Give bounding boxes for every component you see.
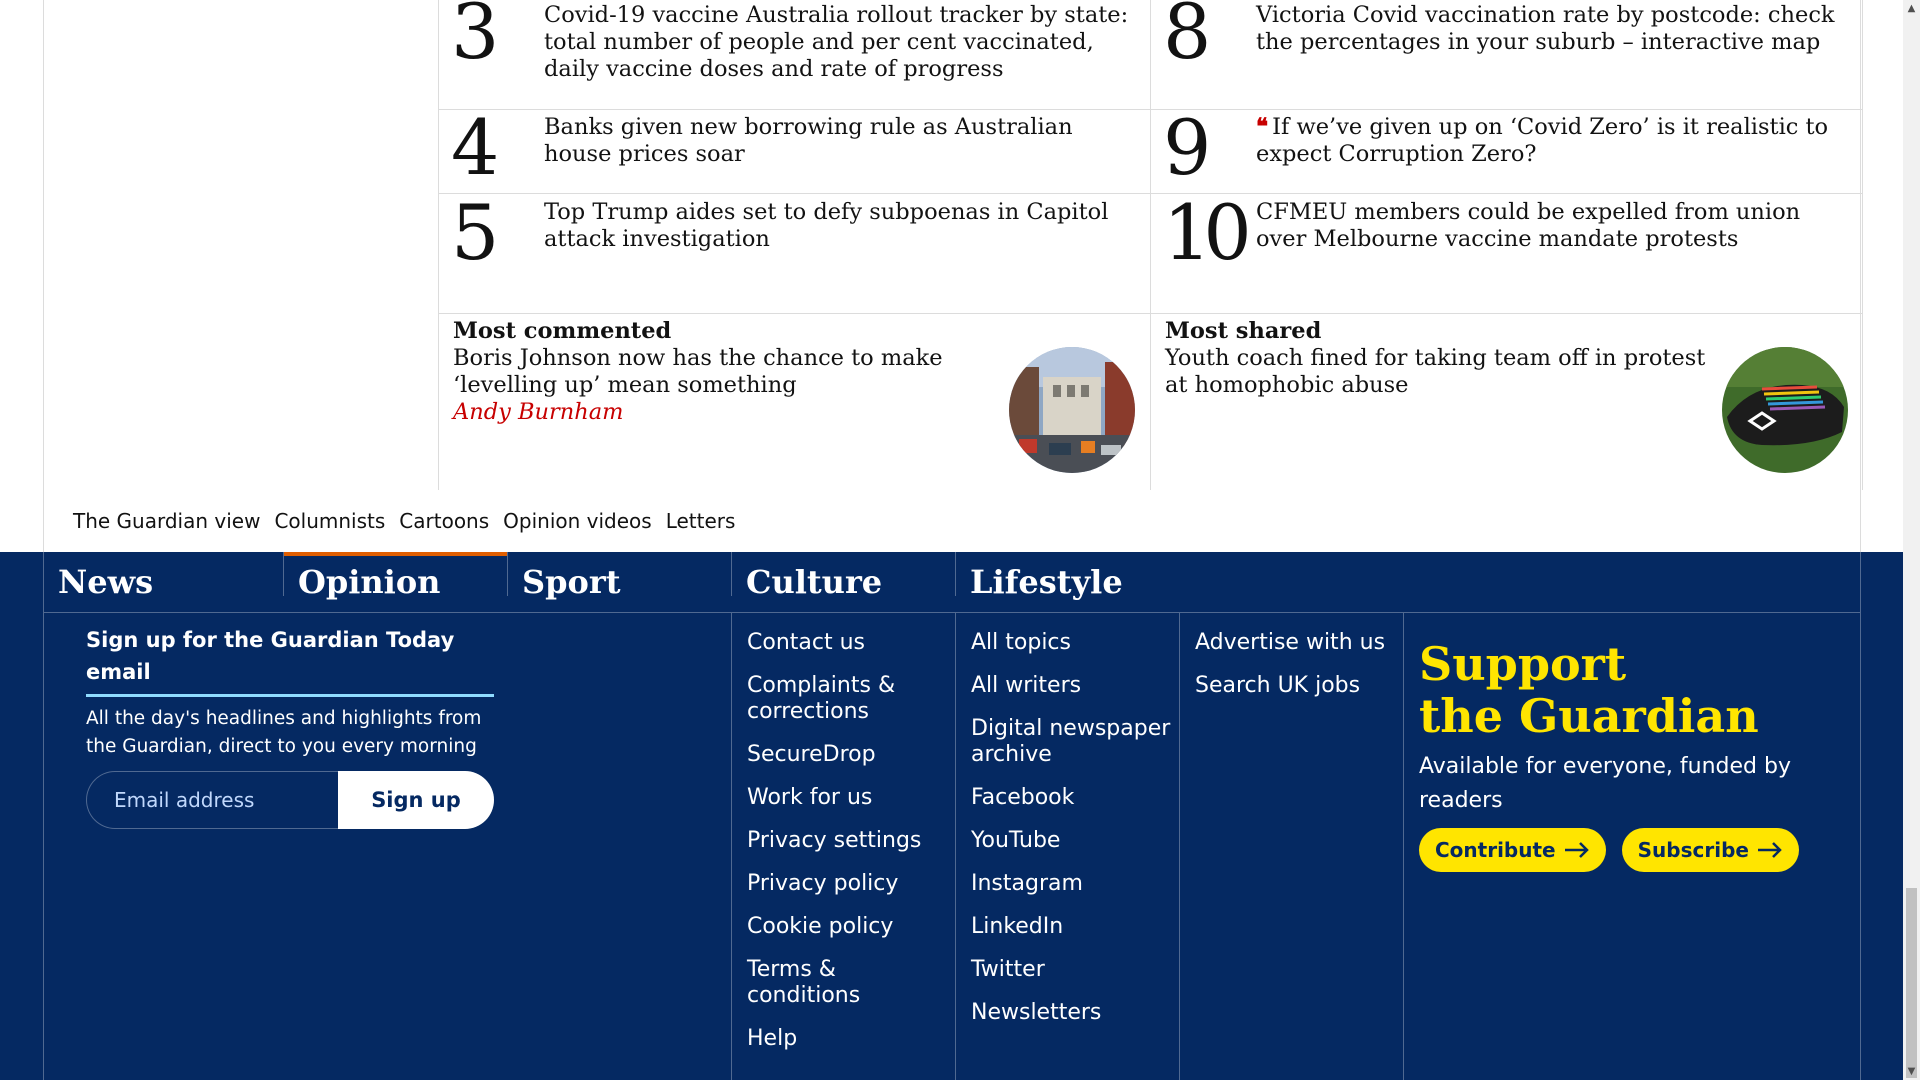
most-shared-card[interactable]: Most shared Youth coach fined for taking…: [1165, 318, 1725, 399]
contact-us-link[interactable]: Contact us: [747, 630, 947, 656]
most-commented-card[interactable]: Most commented Boris Johnson now has the…: [453, 318, 983, 426]
support-title: Support the Guardian: [1419, 638, 1839, 742]
most-commented-byline: Andy Burnham: [453, 399, 624, 425]
scroll-up-icon[interactable]: ▲: [1903, 0, 1920, 17]
email-signup-title: Sign up for the Guardian Today email: [86, 624, 494, 697]
advertise-link[interactable]: Advertise with us: [1195, 630, 1395, 656]
rank-number: 3: [451, 0, 499, 76]
footer-column-divider: [731, 613, 732, 1080]
digital-newspaper-archive-link[interactable]: Digital newspaper archive: [971, 716, 1171, 768]
arrow-right-icon: [1564, 842, 1589, 858]
footer-links-column-3: Advertise with us Search UK jobs: [1195, 630, 1395, 716]
subscribe-label: Subscribe: [1637, 838, 1749, 862]
footer-column-divider: [1179, 613, 1180, 1080]
most-shared-headline[interactable]: Youth coach fined for taking team off in…: [1165, 345, 1725, 399]
twitter-link[interactable]: Twitter: [971, 957, 1171, 983]
headline-link[interactable]: Victoria Covid vaccination rate by postc…: [1256, 2, 1846, 56]
pillar-culture[interactable]: Culture: [732, 552, 956, 612]
row-divider: [439, 109, 1862, 110]
scroll-down-icon[interactable]: ▼: [1903, 1063, 1920, 1080]
rank-number: 10: [1163, 188, 1252, 277]
securedrop-link[interactable]: SecureDrop: [747, 742, 947, 768]
search-uk-jobs-link[interactable]: Search UK jobs: [1195, 673, 1395, 699]
sub-nav-columnists[interactable]: Columnists: [274, 506, 385, 536]
sign-up-button[interactable]: Sign up: [338, 771, 494, 829]
headline-link[interactable]: CFMEU members could be expelled from uni…: [1256, 199, 1846, 253]
headline-link[interactable]: Covid-19 vaccine Australia rollout track…: [544, 2, 1134, 83]
complaints-corrections-link[interactable]: Complaints & corrections: [747, 673, 917, 725]
all-writers-link[interactable]: All writers: [971, 673, 1171, 699]
sub-nav-opinion-videos[interactable]: Opinion videos: [503, 506, 652, 536]
help-link[interactable]: Help: [747, 1026, 947, 1052]
sub-nav-letters[interactable]: Letters: [666, 506, 736, 536]
pillar-lifestyle[interactable]: Lifestyle: [956, 552, 1180, 612]
footer-links-column-1: Contact us Complaints & corrections Secu…: [747, 630, 947, 1069]
row-divider: [439, 193, 1862, 194]
email-signup: Sign up for the Guardian Today email All…: [86, 624, 494, 829]
footer-column-divider: [1403, 613, 1404, 1080]
pillar-news-label: News: [58, 563, 154, 601]
subscribe-button[interactable]: Subscribe: [1621, 828, 1799, 872]
facebook-link[interactable]: Facebook: [971, 785, 1171, 811]
contribute-button[interactable]: Contribute: [1419, 828, 1606, 872]
headline-link[interactable]: Top Trump aides set to defy subpoenas in…: [544, 199, 1134, 253]
instagram-link[interactable]: Instagram: [971, 871, 1171, 897]
support-buttons: Contribute Subscribe: [1419, 828, 1839, 872]
privacy-settings-link[interactable]: Privacy settings: [747, 828, 947, 854]
row-divider: [439, 313, 1862, 314]
pillar-opinion[interactable]: Opinion: [284, 552, 508, 612]
cookie-policy-link[interactable]: Cookie policy: [747, 914, 947, 940]
football-boot-image: [1722, 347, 1848, 473]
rank-number: 9: [1163, 103, 1211, 192]
all-topics-link[interactable]: All topics: [971, 630, 1171, 656]
column-divider: [1150, 0, 1151, 490]
footer-links-column-2: All topics All writers Digital newspaper…: [971, 630, 1171, 1043]
linkedin-link[interactable]: LinkedIn: [971, 914, 1171, 940]
content-frame: 3 Covid-19 vaccine Australia rollout tra…: [43, 0, 1863, 552]
contribute-label: Contribute: [1435, 838, 1556, 862]
terms-conditions-link[interactable]: Terms & conditions: [747, 957, 877, 1009]
rank-number: 4: [451, 103, 499, 192]
scroll-thumb[interactable]: [1906, 888, 1917, 1078]
privacy-policy-link[interactable]: Privacy policy: [747, 871, 947, 897]
footer-column-divider: [955, 613, 956, 1080]
pillar-nav: News Opinion Sport Culture Lifestyle: [44, 552, 1860, 613]
street-scene-image: [1009, 347, 1135, 473]
support-title-line-2: the Guardian: [1419, 689, 1759, 743]
footer-frame: News Opinion Sport Culture Lifestyle Sig…: [43, 552, 1861, 1080]
page-scrollbar[interactable]: ▲ ▼: [1903, 0, 1920, 1080]
pillar-lifestyle-label: Lifestyle: [970, 563, 1123, 601]
pillar-sport[interactable]: Sport: [508, 552, 732, 612]
support-guardian: Support the Guardian Available for every…: [1419, 638, 1839, 872]
footer: News Opinion Sport Culture Lifestyle Sig…: [0, 552, 1920, 1080]
headline-link[interactable]: ❝ If we’ve given up on ‘Covid Zero’ is it…: [1256, 114, 1846, 168]
work-for-us-link[interactable]: Work for us: [747, 785, 947, 811]
youtube-link[interactable]: YouTube: [971, 828, 1171, 854]
rank-number: 8: [1163, 0, 1211, 76]
most-commented-kicker: Most commented: [453, 318, 672, 344]
most-shared-thumbnail[interactable]: [1722, 347, 1848, 473]
support-description: Available for everyone, funded by reader…: [1419, 754, 1791, 813]
pillar-sport-label: Sport: [522, 563, 621, 601]
most-popular-container: 3 Covid-19 vaccine Australia rollout tra…: [438, 0, 1863, 490]
most-commented-thumbnail[interactable]: [1009, 347, 1135, 473]
newsletters-link[interactable]: Newsletters: [971, 1000, 1171, 1026]
most-shared-kicker: Most shared: [1165, 318, 1322, 344]
email-input[interactable]: [86, 771, 338, 829]
pillar-culture-label: Culture: [746, 563, 883, 601]
sub-nav-cartoons[interactable]: Cartoons: [399, 506, 489, 536]
pillar-opinion-label: Opinion: [298, 563, 441, 601]
headline-text: If we’ve given up on ‘Covid Zero’ is it …: [1256, 114, 1829, 167]
opinion-sub-nav: The Guardian view Columnists Cartoons Op…: [73, 506, 735, 536]
rank-number: 5: [451, 188, 499, 277]
email-signup-form: Sign up: [86, 771, 494, 829]
arrow-right-icon: [1757, 842, 1782, 858]
most-commented-headline[interactable]: Boris Johnson now has the chance to make…: [453, 345, 983, 399]
pillar-news[interactable]: News: [44, 552, 268, 612]
quote-icon: ❝: [1256, 114, 1269, 140]
support-title-line-1: Support: [1419, 637, 1627, 691]
sub-nav-guardian-view[interactable]: The Guardian view: [73, 506, 260, 536]
email-signup-description: All the day's headlines and highlights f…: [86, 708, 482, 757]
headline-link[interactable]: Banks given new borrowing rule as Austra…: [544, 114, 1134, 168]
